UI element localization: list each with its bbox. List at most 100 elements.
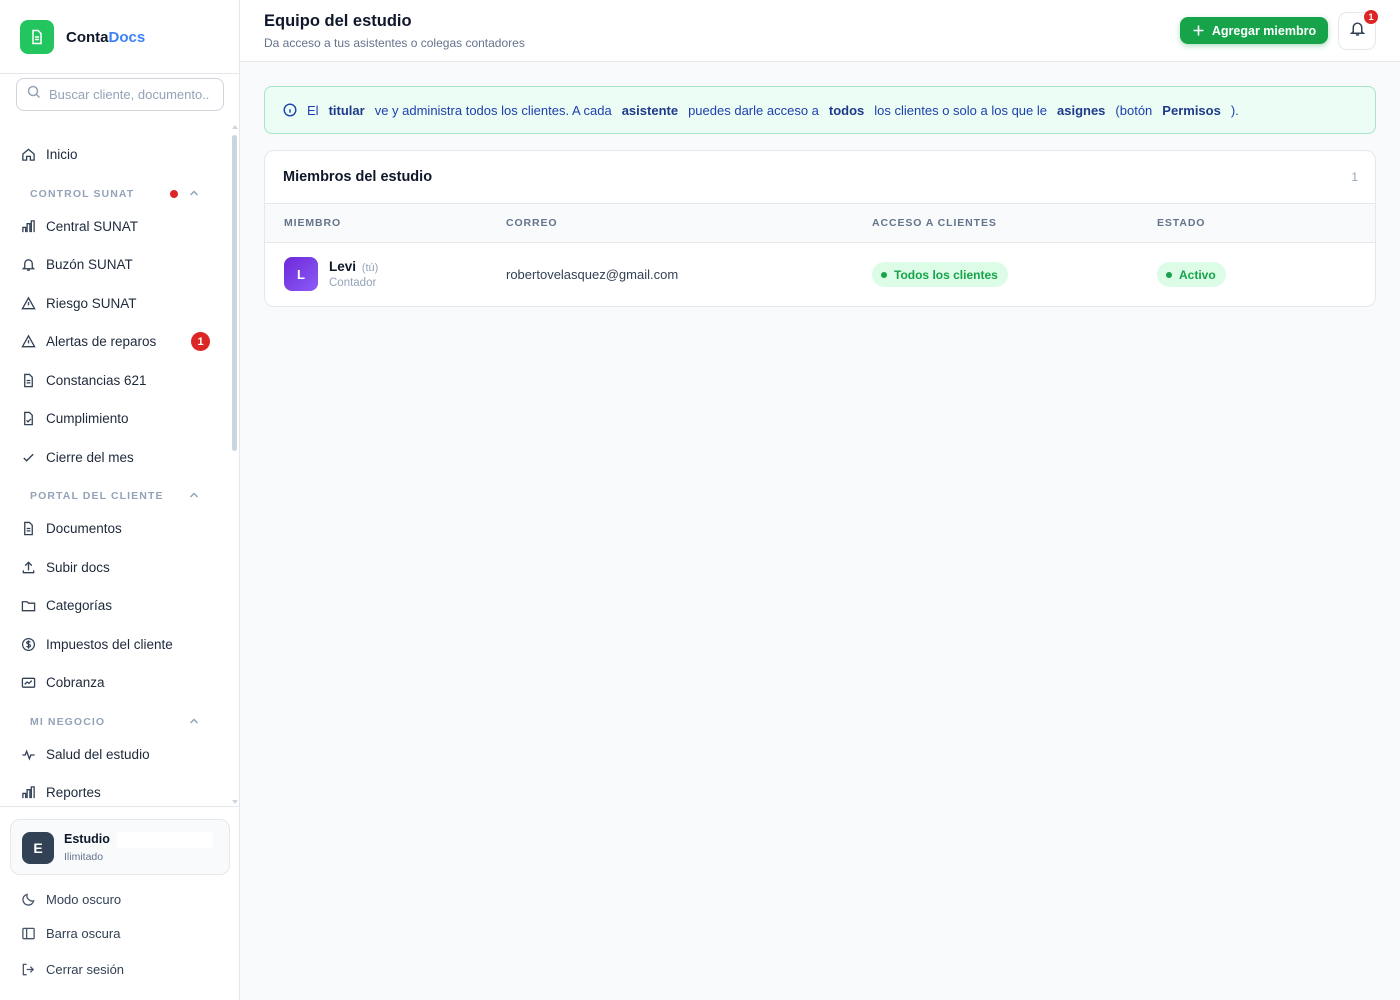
scroll-down-icon[interactable] <box>232 800 238 804</box>
sidebar-item-label: Subir docs <box>46 559 110 575</box>
sidebar-item-buzon-sunat[interactable]: Buzón SUNAT <box>12 248 218 280</box>
sidebar-item-alertas-de-reparos[interactable]: Alertas de reparos 1 <box>12 325 218 357</box>
brand-name-part1: Conta <box>66 28 109 46</box>
sidebar-item-label: Riesgo SUNAT <box>46 295 137 311</box>
page-title: Equipo del estudio <box>264 12 412 30</box>
upload-icon <box>20 559 36 575</box>
warning-icon <box>20 295 36 311</box>
sidebar-item-documentos[interactable]: Documentos <box>12 512 218 544</box>
info-emphasis: asistente <box>621 102 679 118</box>
sidebar-item-cobranza[interactable]: Cobranza <box>12 666 218 698</box>
column-header-acceso: ACCESO A CLIENTES <box>872 217 997 229</box>
count-badge: 1 <box>191 332 210 351</box>
brand-name: ContaDocs <box>66 29 145 46</box>
sidebar-item-cumplimiento[interactable]: Cumplimiento <box>12 402 218 434</box>
sidebar-item-inicio[interactable]: Inicio <box>12 138 218 170</box>
info-text: (botón <box>1115 102 1153 118</box>
sidebar-item-label: Categorías <box>46 597 113 613</box>
sidebar-scrollbar[interactable] <box>231 123 239 806</box>
sidebar-item-riesgo-sunat[interactable]: Riesgo SUNAT <box>12 287 218 319</box>
brand[interactable]: ContaDocs <box>20 20 145 54</box>
access-label: Todos los clientes <box>894 267 998 282</box>
search-box[interactable] <box>16 78 224 111</box>
search-input[interactable] <box>49 87 209 102</box>
sidebar-nav: Inicio CONTROL SUNAT Central SUNAT Buzón… <box>0 130 232 806</box>
file-icon <box>20 372 36 388</box>
sidebar-item-categorias[interactable]: Categorías <box>12 589 218 621</box>
sidebar-item-label: Central SUNAT <box>46 218 139 234</box>
add-member-button[interactable]: Agregar miembro <box>1180 17 1328 44</box>
table-row[interactable]: L Levi (tú) Contador robertovelasquez@gm… <box>265 243 1375 306</box>
member-you-tag: (tú) <box>361 262 379 274</box>
account-name: Estudio <box>64 832 110 846</box>
bar-chart-icon <box>20 784 36 800</box>
account-card[interactable]: E Estudio Ilimitado <box>10 819 230 875</box>
sidebar-item-label: Inicio <box>46 146 78 162</box>
sidebar-item-label: Cumplimiento <box>46 410 129 426</box>
sidebar-item-label: Buzón SUNAT <box>46 256 133 272</box>
avatar: L <box>284 257 318 291</box>
notification-badge: 1 <box>1364 10 1378 24</box>
sidebar-item-reportes[interactable]: Reportes <box>12 776 218 806</box>
sidebar: ContaDocs Inicio CONTROL SUNAT Central S… <box>0 0 240 1000</box>
sidebar-item-subir-docs[interactable]: Subir docs <box>12 551 218 583</box>
info-emphasis: titular <box>328 102 365 118</box>
scroll-thumb[interactable] <box>232 135 237 451</box>
dark-bar-toggle[interactable]: Barra oscura <box>12 918 218 948</box>
column-header-correo: CORREO <box>506 217 558 229</box>
add-member-label: Agregar miembro <box>1211 23 1317 38</box>
info-banner: El titular ve y administra todos los cli… <box>264 86 1376 134</box>
dollar-circle-icon <box>20 636 36 652</box>
sidebar-item-label: Salud del estudio <box>46 746 150 762</box>
plus-icon <box>1192 24 1205 37</box>
member-role: Contador <box>329 277 377 289</box>
page-subtitle: Da acceso a tus asistentes o colegas con… <box>264 36 525 50</box>
wallet-icon <box>20 674 36 690</box>
logout-label: Cerrar sesión <box>46 961 125 977</box>
check-icon <box>20 449 36 465</box>
redacted-area <box>117 832 213 848</box>
divider <box>0 806 240 807</box>
top-header: Equipo del estudio Da acceso a tus asist… <box>240 0 1400 62</box>
scroll-up-icon[interactable] <box>232 125 238 129</box>
chevron-up-icon <box>188 489 200 504</box>
dark-mode-toggle[interactable]: Modo oscuro <box>12 884 218 914</box>
section-portal-del-cliente[interactable]: PORTAL DEL CLIENTE <box>30 486 200 506</box>
section-title: MI NEGOCIO <box>30 716 106 728</box>
section-control-sunat[interactable]: CONTROL SUNAT <box>30 184 200 204</box>
info-text: ve y administra todos los clientes. A ca… <box>374 102 612 118</box>
card-title: Miembros del estudio <box>283 169 433 185</box>
activity-icon <box>20 746 36 762</box>
sidebar-item-cierre-del-mes[interactable]: Cierre del mes <box>12 441 218 473</box>
home-icon <box>20 146 36 162</box>
search-icon <box>27 85 41 104</box>
file-icon <box>20 520 36 536</box>
info-text: El <box>307 102 319 118</box>
column-header-miembro: MIEMBRO <box>284 217 342 229</box>
sidebar-item-label: Alertas de reparos <box>46 333 157 349</box>
info-text: ). <box>1230 102 1239 118</box>
access-badge: Todos los clientes <box>872 262 1008 287</box>
sidebar-item-salud-del-estudio[interactable]: Salud del estudio <box>12 738 218 770</box>
sidebar-item-label: Reportes <box>46 784 101 800</box>
avatar: E <box>22 832 54 864</box>
sidebar-item-constancias-621[interactable]: Constancias 621 <box>12 364 218 396</box>
chevron-up-icon <box>188 187 200 202</box>
info-emphasis: todos <box>828 102 865 118</box>
member-count: 1 <box>1351 170 1358 184</box>
dark-mode-label: Modo oscuro <box>46 891 122 907</box>
sidebar-item-central-sunat[interactable]: Central SUNAT <box>12 210 218 242</box>
document-icon <box>20 20 54 54</box>
sidebar-icon <box>20 925 36 941</box>
sidebar-item-impuestos-del-cliente[interactable]: Impuestos del cliente <box>12 628 218 660</box>
info-emphasis: asignes <box>1057 102 1106 118</box>
logout-button[interactable]: Cerrar sesión <box>12 954 218 984</box>
bell-icon <box>20 256 36 272</box>
section-mi-negocio[interactable]: MI NEGOCIO <box>30 712 200 732</box>
bar-chart-icon <box>20 218 36 234</box>
folder-icon <box>20 597 36 613</box>
status-badge: Activo <box>1157 262 1226 287</box>
status-dot <box>881 271 887 278</box>
account-plan: Ilimitado <box>64 851 104 863</box>
sidebar-item-label: Constancias 621 <box>46 372 147 388</box>
